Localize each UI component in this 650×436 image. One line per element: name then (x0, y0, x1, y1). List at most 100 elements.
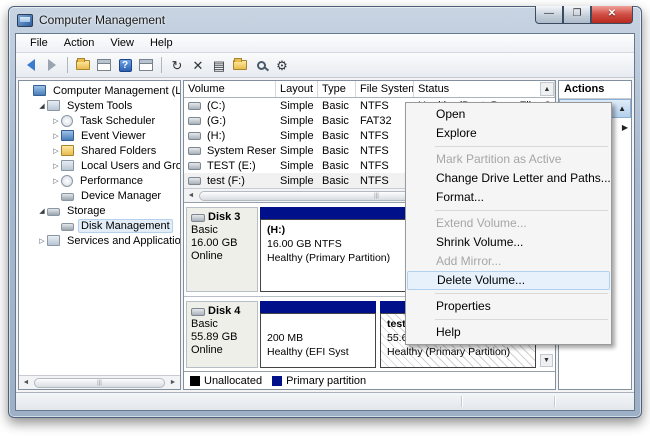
open-folder-icon[interactable] (231, 57, 249, 74)
help-icon[interactable]: ? (116, 57, 134, 74)
tools-icon (47, 100, 60, 111)
drive-icon (188, 131, 201, 140)
manage-icon[interactable]: ⚙ (273, 57, 291, 74)
menu-item-format[interactable]: Format... (407, 188, 610, 207)
expand-icon[interactable]: ▷ (51, 177, 61, 185)
partition[interactable]: 200 MB Healthy (EFI Syst (260, 301, 376, 368)
partition-title-spacer (267, 317, 369, 331)
volume-scroll-up-icon[interactable]: ▲ (540, 82, 554, 96)
delete-icon[interactable]: ✕ (189, 57, 207, 74)
disk-management-icon (61, 222, 74, 231)
menu-item-help[interactable]: Help (407, 323, 610, 342)
volume-cell: Basic (322, 144, 349, 157)
sidebar-item-shared-folders[interactable]: ▷ Shared Folders (19, 143, 180, 158)
console-tree-pane: Computer Management (Local◢System Tools▷… (18, 80, 181, 390)
partition-body[interactable]: 200 MB Healthy (EFI Syst (260, 313, 376, 368)
computer-icon (33, 85, 46, 96)
volume-cell: (C:) (207, 99, 226, 112)
refresh-icon[interactable]: ↻ (168, 57, 186, 74)
menu-file[interactable]: File (22, 35, 56, 51)
menu-separator (435, 319, 608, 320)
disk-type: Basic (191, 224, 218, 236)
sidebar-item-storage[interactable]: ◢ Storage (19, 203, 180, 218)
close-button[interactable]: ✕ (591, 6, 633, 24)
storage-icon (47, 207, 60, 216)
menu-item-mark-partition-as-active: Mark Partition as Active (436, 152, 562, 166)
volume-cell: Simple (280, 174, 314, 187)
statusbar-divider (553, 396, 555, 407)
expand-icon[interactable]: ▷ (51, 147, 61, 155)
volume-cell: Basic (322, 174, 349, 187)
menu-view[interactable]: View (102, 35, 142, 51)
menu-item-explore[interactable]: Explore (407, 124, 610, 143)
menu-action[interactable]: Action (56, 35, 103, 51)
volume-context-menu: Open Explore Mark Partition as Active Chang… (405, 102, 612, 345)
scroll-left-icon[interactable]: ◄ (19, 379, 33, 386)
up-level-icon[interactable] (74, 57, 92, 74)
menu-item-open[interactable]: Open (407, 105, 610, 124)
tree-horizontal-scrollbar[interactable]: ◄ ||| ► (19, 375, 180, 389)
scroll-right-icon[interactable]: ► (166, 379, 180, 386)
menu-item-delete-volume[interactable]: Delete Volume... (407, 271, 610, 290)
column-header-type[interactable]: Type (318, 81, 356, 97)
drive-icon (188, 161, 201, 170)
tree-item-label: System Tools (67, 99, 133, 112)
expand-icon[interactable]: ▷ (37, 237, 47, 245)
volume-cell: (G:) (207, 114, 226, 127)
sidebar-item-performance[interactable]: ▷ Performance (19, 173, 180, 188)
disk-label[interactable]: Disk 4 Basic 55.89 GB Online (186, 301, 258, 368)
find-icon[interactable] (252, 57, 270, 74)
sidebar-item-device-manager[interactable]: Device Manager (19, 188, 180, 203)
volume-list-header[interactable]: Volume Layout Type File System Status (184, 81, 555, 98)
tree-item-label: Storage (67, 204, 106, 217)
drive-icon (188, 116, 201, 125)
menu-help[interactable]: Help (142, 35, 181, 51)
sidebar-item-computer-management-local[interactable]: Computer Management (Local (19, 83, 180, 98)
menu-item-properties[interactable]: Properties (407, 297, 610, 316)
tree-item-label: Services and Applications (67, 234, 180, 247)
collapse-icon[interactable]: ◢ (37, 207, 47, 215)
show-console-tree-icon[interactable] (95, 57, 113, 74)
volume-cell: Simple (280, 144, 314, 157)
legend-label: Unallocated (204, 374, 263, 387)
maximize-button[interactable]: ❐ (563, 6, 591, 24)
expand-icon[interactable]: ▷ (51, 162, 61, 170)
users-icon (61, 160, 74, 171)
collapse-icon[interactable]: ◢ (37, 102, 47, 110)
disk-scroll-down-icon[interactable]: ▼ (540, 354, 553, 367)
sidebar-item-task-scheduler[interactable]: ▷ Task Scheduler (19, 113, 180, 128)
volume-cell: test (F:) (207, 174, 245, 187)
volume-cell: Simple (280, 129, 314, 142)
disk-name: Disk 4 (191, 305, 253, 318)
scroll-thumb[interactable]: ||| (34, 377, 165, 388)
event-viewer-icon (61, 130, 74, 141)
menu-item-change-drive-letter-and-paths[interactable]: Change Drive Letter and Paths... (407, 169, 611, 188)
back-icon[interactable] (22, 57, 40, 74)
console-window-icon[interactable] (137, 57, 155, 74)
title-bar[interactable]: Computer Management — ❐ ✕ (9, 6, 641, 33)
legend-swatch (272, 375, 283, 386)
scroll-left-icon[interactable]: ◄ (184, 192, 198, 199)
tree-item-label: Event Viewer (81, 129, 146, 142)
menu-item-extend-volume: Extend Volume... (436, 216, 527, 230)
column-header-status[interactable]: Status (414, 81, 555, 97)
menu-item-shrink-volume[interactable]: Shrink Volume... (407, 233, 610, 252)
collapse-arrow-icon[interactable]: ▲ (618, 104, 626, 113)
properties-icon[interactable]: ▤ (210, 57, 228, 74)
sidebar-item-disk-management[interactable]: Disk Management (19, 218, 180, 233)
column-header-file-system[interactable]: File System (356, 81, 414, 97)
sidebar-item-event-viewer[interactable]: ▷ Event Viewer (19, 128, 180, 143)
minimize-button[interactable]: — (535, 6, 563, 24)
forward-icon[interactable] (43, 57, 61, 74)
expand-icon[interactable]: ▷ (51, 132, 61, 140)
disk-label[interactable]: Disk 3 Basic 16.00 GB Online (186, 207, 258, 292)
sidebar-item-system-tools[interactable]: ◢ System Tools (19, 98, 180, 113)
legend-item: Primary partition (272, 375, 366, 387)
column-header-volume[interactable]: Volume (184, 81, 276, 97)
more-actions-arrow-icon[interactable]: ▶ (622, 123, 628, 132)
sidebar-item-local-users-and-groups[interactable]: ▷ Local Users and Groups (19, 158, 180, 173)
column-header-layout[interactable]: Layout (276, 81, 318, 97)
sidebar-item-services-and-applications[interactable]: ▷ Services and Applications (19, 233, 180, 248)
app-icon (17, 13, 33, 27)
expand-icon[interactable]: ▷ (51, 117, 61, 125)
